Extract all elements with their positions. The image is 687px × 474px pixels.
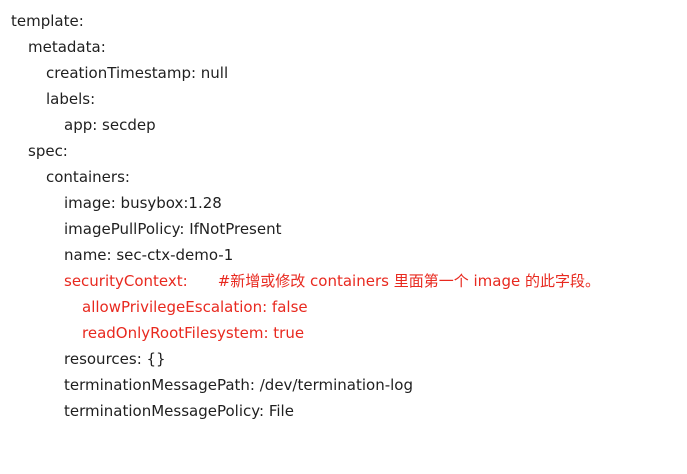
yaml-line-containers: containers: xyxy=(46,168,130,186)
yaml-line-app-label: app: secdep xyxy=(64,116,156,134)
security-context-comment: #新增或修改 containers 里面第一个 image 的此字段。 xyxy=(217,272,600,290)
yaml-line-termination-message-path: terminationMessagePath: /dev/termination… xyxy=(64,376,413,394)
yaml-line-template: template: xyxy=(11,12,84,30)
yaml-document: template: metadata: creationTimestamp: n… xyxy=(0,8,687,424)
yaml-line-image-pull-policy: imagePullPolicy: IfNotPresent xyxy=(64,220,282,238)
yaml-line-labels: labels: xyxy=(46,90,96,108)
yaml-line-termination-message-policy: terminationMessagePolicy: File xyxy=(64,402,294,420)
yaml-line-allow-privilege-escalation: allowPrivilegeEscalation: false xyxy=(82,298,308,316)
yaml-line-security-context: securityContext: #新增或修改 containers 里面第一个 … xyxy=(0,268,687,294)
yaml-line-resources: resources: {} xyxy=(64,350,166,368)
yaml-line-metadata: metadata: xyxy=(28,38,106,56)
yaml-line-image: image: busybox:1.28 xyxy=(64,194,222,212)
yaml-line-name: name: sec-ctx-demo-1 xyxy=(64,246,234,264)
yaml-line-creation-timestamp: creationTimestamp: null xyxy=(46,64,229,82)
yaml-line-read-only-root-filesystem: readOnlyRootFilesystem: true xyxy=(82,324,305,342)
yaml-line-spec: spec: xyxy=(28,142,68,160)
security-context-key: securityContext: xyxy=(64,272,188,290)
